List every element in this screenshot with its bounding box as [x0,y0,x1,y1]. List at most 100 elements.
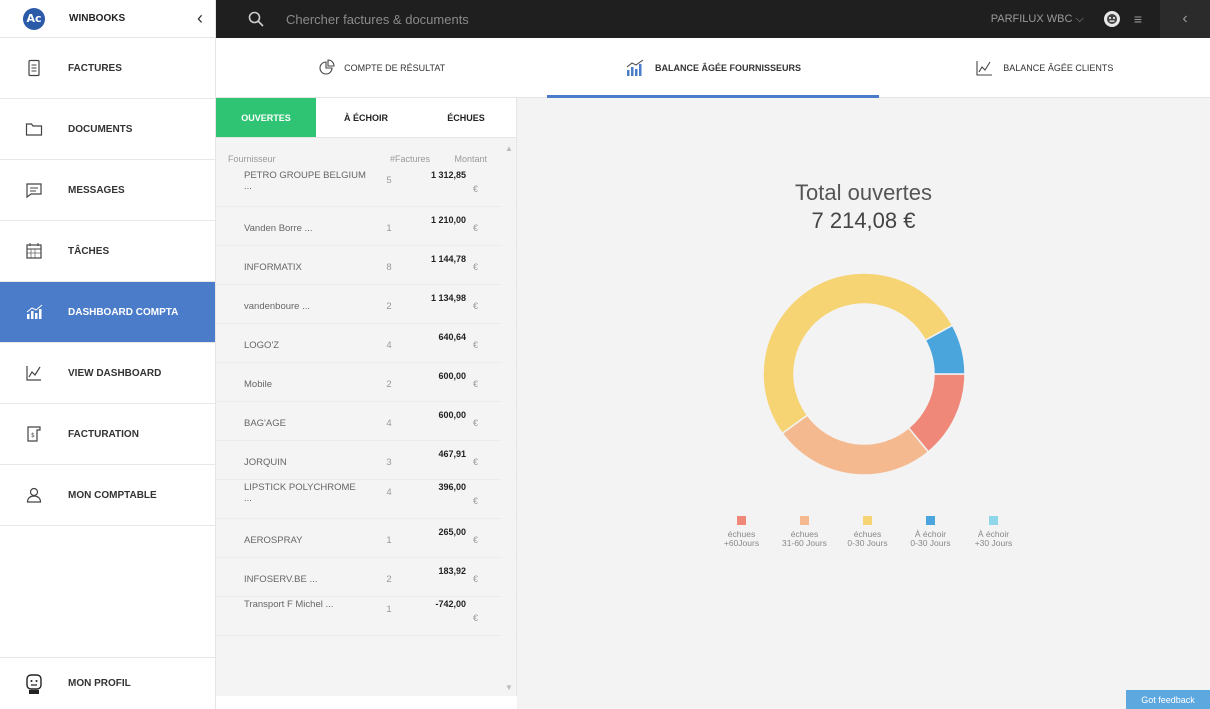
table-row[interactable]: Transport F Michel ... 1 -742,00 € [216,597,516,636]
supplier-name: BAG'AGE [244,418,286,429]
amount: 600,00 [438,410,466,420]
back-chevron-icon[interactable]: ‹ [1160,0,1210,38]
legend-item[interactable]: échues 0-30 Jours [836,516,899,548]
header-count[interactable]: #Factures [366,154,430,164]
amount: 467,91 [438,449,466,459]
list-scrollbar[interactable]: ▲ ▼ [502,138,515,696]
billing-icon: $ [0,425,68,443]
table-row[interactable]: LIPSTICK POLYCHROME ... 4 396,00 € [216,480,516,519]
subtab-a-echoir[interactable]: À ÉCHOIR [316,98,416,137]
table-row[interactable]: INFORMATIX 8 1 144,78 € [216,246,516,285]
donut-slice[interactable] [781,414,930,476]
tab-label: BALANCE ÂGÉE CLIENTS [1003,62,1114,73]
amount: 1 134,98 [430,293,466,303]
table-row[interactable]: JORQUIN 3 467,91 € [216,441,516,480]
supplier-name: Mobile [244,379,272,390]
legend-item[interactable]: À échoir +30 Jours [962,516,1025,548]
tab-balance-agee-fournisseurs[interactable]: BALANCE ÂGÉE FOURNISSEURS [547,38,879,98]
currency: € [472,613,478,623]
sidebar-item-view-dashboard[interactable]: VIEW DASHBOARD [0,343,215,404]
currency: € [472,379,478,389]
currency: € [472,223,478,233]
invoice-count: 4 [386,487,392,498]
invoice-count: 1 [386,604,392,615]
currency: € [472,496,478,506]
legend-line2: +60Jours [723,538,760,548]
legend-item[interactable]: À échoir 0-30 Jours [899,516,962,548]
sidebar-item-mon-profil[interactable]: MON PROFIL [0,657,216,709]
status-subtabs: OUVERTES À ÉCHOIR ÉCHUES [216,98,516,138]
collapse-sidebar-icon[interactable]: ‹ [197,8,203,29]
app-logo: Ac [23,7,45,30]
table-row[interactable]: Vanden Borre ... 1 1 210,00 € [216,207,516,246]
amount: -742,00 [435,599,466,609]
sidebar-item-dashboard-compta[interactable]: DASHBOARD COMPTA [0,282,215,343]
header-supplier[interactable]: Fournisseur [216,154,366,164]
invoice-count: 5 [386,175,392,186]
currency: € [472,535,478,545]
scroll-down-icon[interactable]: ▼ [505,683,513,692]
supplier-name: LOGO'Z [244,340,280,351]
aging-donut-chart[interactable] [762,272,966,476]
currency: € [472,301,478,311]
table-row[interactable]: PETRO GROUPE BELGIUM ... 5 1 312,85 € [216,168,516,207]
bar-chart-icon [0,303,68,321]
total-value: 7 214,08 € [811,208,916,233]
supplier-name: LIPSTICK POLYCHROME ... [244,482,356,504]
supplier-name: INFORMATIX [244,262,302,273]
sidebar-item-label: FACTURATION [68,428,139,440]
tab-label: COMPTE DE RÉSULTAT [344,62,446,73]
legend-item[interactable]: échues +60Jours [710,516,773,548]
currency: € [472,418,478,428]
table-row[interactable]: LOGO'Z 4 640,64 € [216,324,516,363]
sidebar-item-label: MON COMPTABLE [68,489,157,501]
table-row[interactable]: AEROSPRAY 1 265,00 € [216,519,516,558]
line-chart-icon [976,60,993,76]
sidebar-item-label: FACTURES [68,62,122,74]
sidebar-item-taches[interactable]: TÂCHES [0,221,215,282]
sidebar-item-documents[interactable]: DOCUMENTS [0,99,215,160]
report-tabs: COMPTE DE RÉSULTAT BALANCE ÂGÉE FOURNISS… [216,38,1210,98]
subtab-echues[interactable]: ÉCHUES [416,98,516,137]
amount: 600,00 [438,371,466,381]
subtab-ouvertes[interactable]: OUVERTES [216,98,316,137]
tab-balance-agee-clients[interactable]: BALANCE ÂGÉE CLIENTS [879,38,1210,97]
header-amount[interactable]: Montant [430,154,487,164]
sidebar-header: Ac WINBOOKS ‹ [0,0,215,38]
table-row[interactable]: INFOSERV.BE ... 2 183,92 € [216,558,516,597]
calendar-icon [0,242,68,260]
invoice-count: 4 [386,418,392,429]
sidebar-item-facturation[interactable]: $ FACTURATION [0,404,215,465]
amount: 1 210,00 [430,215,466,225]
legend-swatch [926,516,935,525]
sidebar-item-messages[interactable]: MESSAGES [0,160,215,221]
legend-item[interactable]: échues 31-60 Jours [773,516,836,548]
table-row[interactable]: BAG'AGE 4 600,00 € [216,402,516,441]
sidebar-item-mon-comptable[interactable]: MON COMPTABLE [0,465,215,526]
supplier-list-panel: OUVERTES À ÉCHOIR ÉCHUES Fournisseur #Fa… [216,98,517,696]
user-avatar-icon[interactable] [1103,11,1120,27]
sidebar: Ac WINBOOKS ‹ FACTURES DOCUMENTS MESSAGE… [0,0,216,709]
list-footer [216,696,517,709]
supplier-name: INFOSERV.BE ... [244,574,318,585]
table-row[interactable]: vandenboure ... 2 1 134,98 € [216,285,516,324]
table-row[interactable]: Mobile 2 600,00 € [216,363,516,402]
person-icon [0,486,68,504]
invoice-count: 3 [386,457,392,468]
app-window: Ac WINBOOKS ‹ FACTURES DOCUMENTS MESSAGE… [0,0,1210,709]
scroll-up-icon[interactable]: ▲ [505,144,513,153]
supplier-name: Vanden Borre ... [244,223,313,234]
tab-compte-de-resultat[interactable]: COMPTE DE RÉSULTAT [216,38,547,97]
chart-area: Total ouvertes 7 214,08 € échues +60Jours… [517,98,1210,709]
amount: 640,64 [438,332,466,342]
hamburger-menu-icon[interactable]: ≡ [1134,11,1142,27]
amount: 183,92 [438,566,466,576]
feedback-button[interactable]: Got feedback [1126,690,1210,709]
supplier-name: Transport F Michel ... [244,599,334,610]
search-input[interactable] [286,11,686,27]
search-icon[interactable] [248,11,264,27]
currency: € [472,184,478,194]
amount: 1 312,85 [430,170,466,180]
company-selector[interactable]: PARFILUX WBC ⌵ [991,13,1084,26]
sidebar-item-factures[interactable]: FACTURES [0,38,215,99]
